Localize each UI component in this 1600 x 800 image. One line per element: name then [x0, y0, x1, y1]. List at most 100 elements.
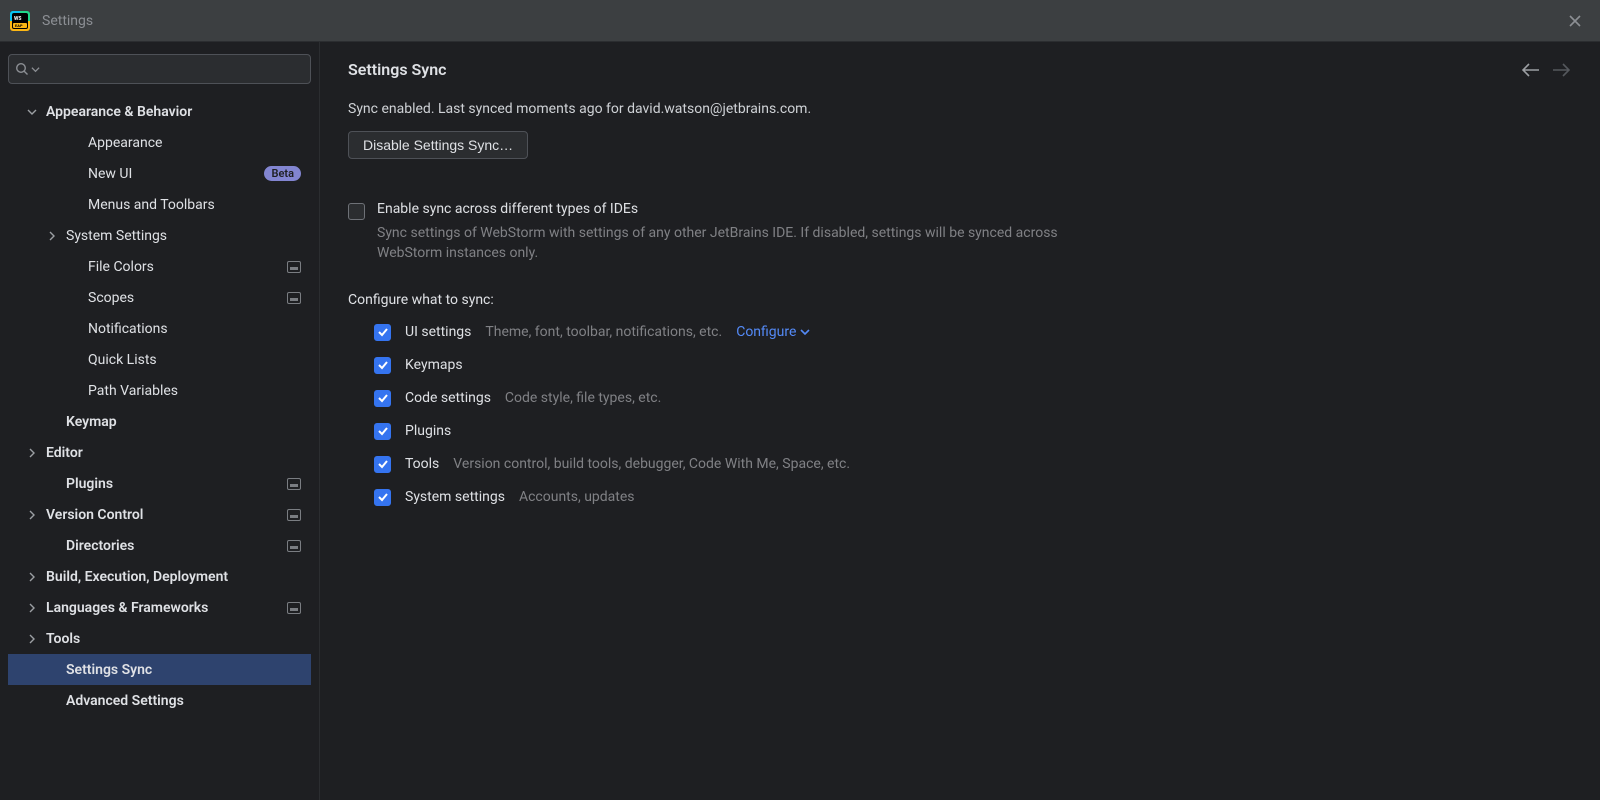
disable-settings-sync-button[interactable]: Disable Settings Sync…: [348, 131, 528, 159]
sync-row-plugins: Plugins: [374, 423, 1570, 440]
checkmark-icon: [377, 458, 389, 470]
checkmark-icon: [377, 425, 389, 437]
sidebar-item-notifications[interactable]: Notifications: [8, 313, 311, 344]
sidebar-item-path-variables[interactable]: Path Variables: [8, 375, 311, 406]
sidebar-item-label: Plugins: [66, 476, 279, 492]
sync-row-system-settings: System settings Accounts, updates: [374, 489, 1570, 506]
chevron-right-icon: [24, 631, 40, 647]
sync-row-code-settings: Code settings Code style, file types, et…: [374, 390, 1570, 407]
sidebar-item-languages-frameworks[interactable]: Languages & Frameworks: [8, 592, 311, 623]
sync-item-hint: Version control, build tools, debugger, …: [453, 456, 850, 472]
sidebar-item-label: Appearance: [88, 135, 301, 151]
checkmark-icon: [377, 359, 389, 371]
project-scope-icon: [287, 478, 301, 490]
checkmark-icon: [377, 491, 389, 503]
nav-arrows: [1522, 63, 1570, 77]
enable-cross-ide-checkbox[interactable]: [348, 203, 365, 220]
sidebar-item-appearance-behavior[interactable]: Appearance & Behavior: [8, 96, 311, 127]
project-scope-icon: [287, 509, 301, 521]
sidebar-item-label: File Colors: [88, 259, 279, 275]
arrow-right-icon: [1552, 63, 1570, 77]
sidebar-item-keymap[interactable]: Keymap: [8, 406, 311, 437]
sync-tools-checkbox[interactable]: [374, 456, 391, 473]
enable-cross-ide-description: Sync settings of WebStorm with settings …: [377, 223, 1077, 264]
sidebar-item-appearance[interactable]: Appearance: [8, 127, 311, 158]
configure-ui-settings-link[interactable]: Configure: [736, 324, 810, 340]
enable-cross-ide-label: Enable sync across different types of ID…: [377, 201, 1077, 217]
beta-badge: Beta: [264, 166, 301, 181]
sync-item-hint: Theme, font, toolbar, notifications, etc…: [485, 324, 722, 340]
sidebar-item-plugins[interactable]: Plugins: [8, 468, 311, 499]
sidebar-item-new-ui[interactable]: New UI Beta: [8, 158, 311, 189]
sidebar-item-label: Directories: [66, 538, 279, 554]
settings-tree: Appearance & Behavior Appearance New UI …: [8, 96, 311, 800]
arrow-left-icon: [1522, 63, 1540, 77]
sidebar-item-advanced-settings[interactable]: Advanced Settings: [8, 685, 311, 716]
sync-row-ui-settings: UI settings Theme, font, toolbar, notifi…: [374, 324, 1570, 341]
search-input[interactable]: [44, 61, 304, 77]
sidebar-item-label: Keymap: [66, 414, 301, 430]
window-title: Settings: [42, 13, 93, 29]
chevron-right-icon: [44, 228, 60, 244]
checkmark-icon: [377, 392, 389, 404]
sidebar-item-version-control[interactable]: Version Control: [8, 499, 311, 530]
search-input-wrap[interactable]: [8, 54, 311, 84]
project-scope-icon: [287, 292, 301, 304]
sidebar: Appearance & Behavior Appearance New UI …: [0, 42, 320, 800]
sidebar-item-label: New UI: [88, 166, 256, 182]
project-scope-icon: [287, 261, 301, 273]
svg-text:WS: WS: [14, 16, 21, 22]
close-button[interactable]: [1560, 6, 1590, 36]
sidebar-item-label: Scopes: [88, 290, 279, 306]
sidebar-item-build-execution-deployment[interactable]: Build, Execution, Deployment: [8, 561, 311, 592]
chevron-right-icon: [24, 600, 40, 616]
sidebar-item-scopes[interactable]: Scopes: [8, 282, 311, 313]
sidebar-item-label: Path Variables: [88, 383, 301, 399]
main-panel: Settings Sync Sync enabled. Last synced …: [320, 42, 1600, 800]
close-icon: [1568, 14, 1582, 28]
sidebar-item-label: System Settings: [66, 228, 301, 244]
sync-item-label: Code settings: [405, 390, 491, 406]
sidebar-item-settings-sync[interactable]: Settings Sync: [8, 654, 311, 685]
sidebar-item-menus-toolbars[interactable]: Menus and Toolbars: [8, 189, 311, 220]
sync-plugins-checkbox[interactable]: [374, 423, 391, 440]
forward-button[interactable]: [1552, 63, 1570, 77]
sidebar-item-label: Appearance & Behavior: [46, 104, 301, 120]
sidebar-item-quick-lists[interactable]: Quick Lists: [8, 344, 311, 375]
sync-options-list: UI settings Theme, font, toolbar, notifi…: [348, 324, 1570, 506]
sidebar-item-label: Tools: [46, 631, 301, 647]
sidebar-item-system-settings[interactable]: System Settings: [8, 220, 311, 251]
sync-system-settings-checkbox[interactable]: [374, 489, 391, 506]
sidebar-item-tools[interactable]: Tools: [8, 623, 311, 654]
sidebar-item-editor[interactable]: Editor: [8, 437, 311, 468]
project-scope-icon: [287, 540, 301, 552]
chevron-right-icon: [24, 445, 40, 461]
sidebar-item-directories[interactable]: Directories: [8, 530, 311, 561]
sync-item-label: UI settings: [405, 324, 471, 340]
sync-status-text: Sync enabled. Last synced moments ago fo…: [348, 101, 1570, 117]
sync-ui-settings-checkbox[interactable]: [374, 324, 391, 341]
configure-link-label: Configure: [736, 324, 796, 340]
chevron-down-icon: [31, 65, 40, 74]
sync-item-hint: Accounts, updates: [519, 489, 635, 505]
sync-row-keymaps: Keymaps: [374, 357, 1570, 374]
chevron-right-icon: [24, 507, 40, 523]
sidebar-item-label: Notifications: [88, 321, 301, 337]
page-title: Settings Sync: [348, 60, 1522, 79]
sync-code-settings-checkbox[interactable]: [374, 390, 391, 407]
back-button[interactable]: [1522, 63, 1540, 77]
sidebar-item-label: Version Control: [46, 507, 279, 523]
chevron-right-icon: [24, 569, 40, 585]
sync-item-label: System settings: [405, 489, 505, 505]
sidebar-item-label: Build, Execution, Deployment: [46, 569, 301, 585]
sidebar-item-label: Settings Sync: [66, 662, 301, 678]
sidebar-item-label: Advanced Settings: [66, 693, 301, 709]
chevron-down-icon: [800, 327, 810, 337]
svg-text:EAP: EAP: [15, 23, 23, 28]
sync-item-label: Plugins: [405, 423, 451, 439]
sync-item-hint: Code style, file types, etc.: [505, 390, 661, 406]
sync-keymaps-checkbox[interactable]: [374, 357, 391, 374]
sidebar-item-file-colors[interactable]: File Colors: [8, 251, 311, 282]
sidebar-item-label: Menus and Toolbars: [88, 197, 301, 213]
sync-item-label: Tools: [405, 456, 439, 472]
